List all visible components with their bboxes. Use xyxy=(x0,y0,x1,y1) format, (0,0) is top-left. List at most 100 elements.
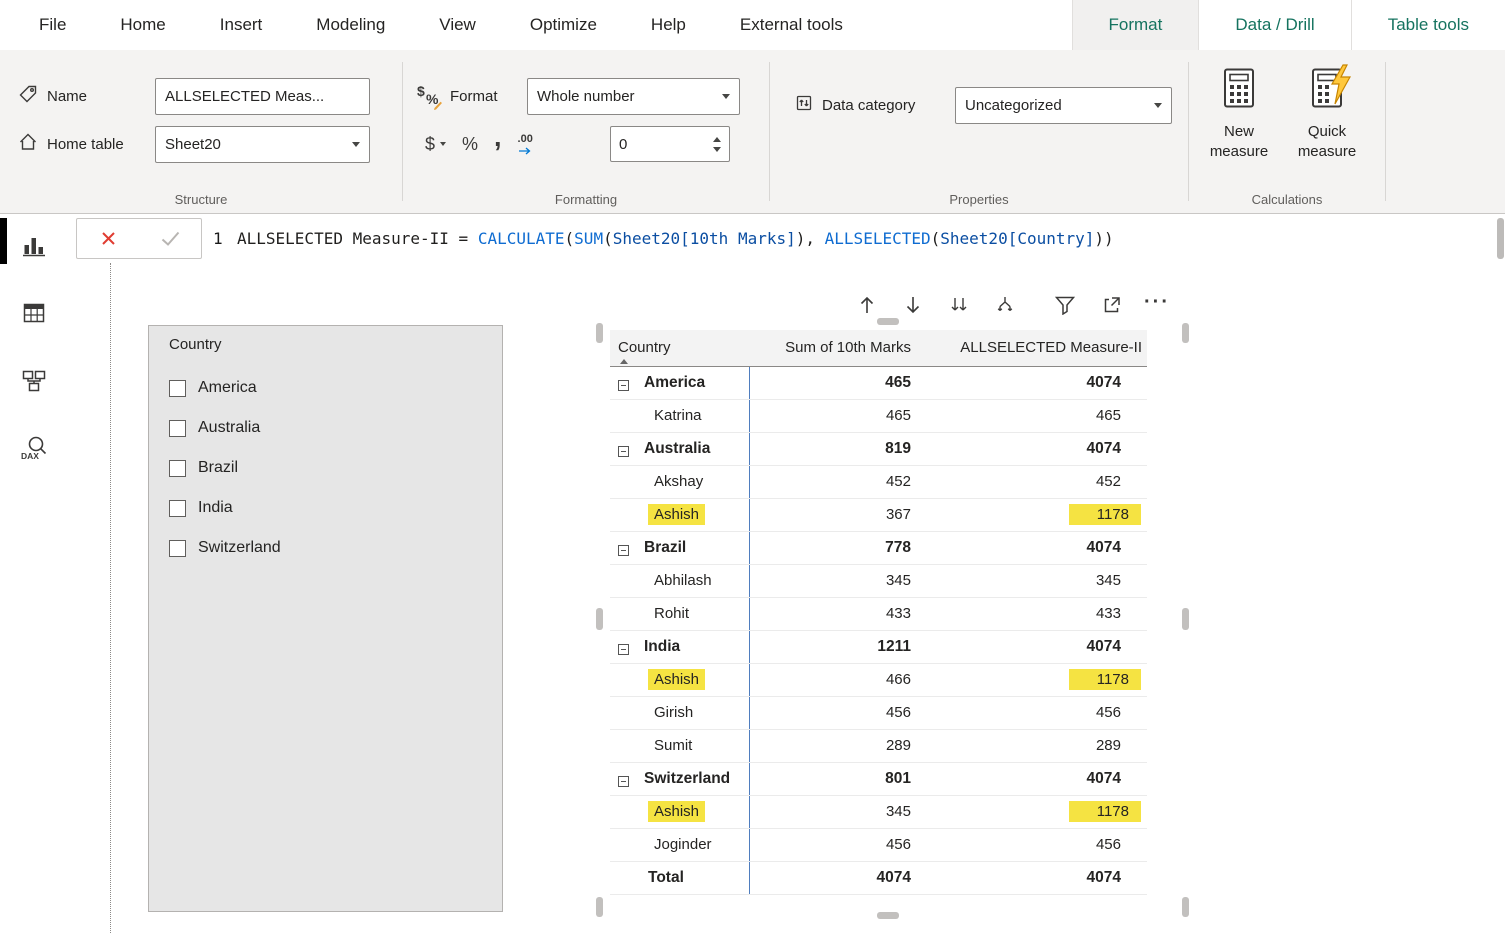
decimal-places-button[interactable]: .00 xyxy=(510,127,541,161)
checkbox[interactable] xyxy=(169,500,186,517)
table-row[interactable]: Akshay 452 452 xyxy=(610,465,1147,498)
data-view-button[interactable] xyxy=(0,293,67,333)
filters-button[interactable] xyxy=(1048,288,1082,322)
matrix-visual[interactable]: Country Sum of 10th Marks ALLSELECTED Me… xyxy=(610,330,1147,895)
currency-format-button[interactable]: $ xyxy=(417,127,454,161)
row-label: Abhilash xyxy=(648,570,718,591)
contextual-menu-tab[interactable]: Data / Drill xyxy=(1198,0,1350,50)
go-to-next-level-button[interactable] xyxy=(942,288,976,322)
menu-tab[interactable]: Modeling xyxy=(289,0,412,50)
new-measure-button[interactable]: New measure xyxy=(1197,64,1281,162)
expand-all-icon xyxy=(995,295,1015,315)
more-options-button[interactable]: ··· xyxy=(1140,288,1174,322)
table-row[interactable]: America 465 4074 xyxy=(610,366,1147,399)
slicer-item[interactable]: Switzerland xyxy=(169,528,494,568)
measure-name-input[interactable]: ALLSELECTED Meas... xyxy=(155,78,370,115)
selection-handle[interactable] xyxy=(1182,897,1189,917)
visual-header-toolbar: ··· xyxy=(850,288,1186,322)
selection-handle[interactable] xyxy=(596,897,603,917)
cancel-button[interactable] xyxy=(77,219,139,258)
slicer-item-label: Australia xyxy=(198,419,260,437)
collapse-icon[interactable] xyxy=(618,446,629,457)
focus-mode-button[interactable] xyxy=(1094,288,1128,322)
drill-up-button[interactable] xyxy=(850,288,884,322)
thousands-separator-button[interactable]: , xyxy=(486,127,510,161)
menu-tab[interactable]: Optimize xyxy=(503,0,624,50)
collapse-icon[interactable] xyxy=(618,380,629,391)
contextual-menu-tab[interactable]: Format xyxy=(1072,0,1199,50)
table-row[interactable]: Joginder 456 456 xyxy=(610,828,1147,861)
pane-divider[interactable] xyxy=(110,263,111,933)
spinner-down-icon[interactable] xyxy=(713,147,721,152)
percent-format-button[interactable]: % xyxy=(454,127,486,161)
checkbox[interactable] xyxy=(169,460,186,477)
table-row[interactable]: Sumit 289 289 xyxy=(610,729,1147,762)
measure-value: 456 xyxy=(1090,834,1127,855)
selection-handle[interactable] xyxy=(877,912,899,919)
menu-tab[interactable]: Home xyxy=(93,0,192,50)
expand-all-button[interactable] xyxy=(988,288,1022,322)
table-row[interactable]: India 1211 4074 xyxy=(610,630,1147,663)
quick-measure-button[interactable]: Quick measure xyxy=(1285,64,1369,162)
table-row[interactable]: Rohit 433 433 xyxy=(610,597,1147,630)
collapse-icon[interactable] xyxy=(618,644,629,655)
selection-handle[interactable] xyxy=(596,323,603,343)
column-header-country[interactable]: Country xyxy=(610,330,749,366)
menu-bar: FileHomeInsertModelingViewOptimizeHelpEx… xyxy=(0,0,1505,50)
menu-tab[interactable]: Insert xyxy=(193,0,290,50)
table-row[interactable]: Ashish 345 1178 xyxy=(610,795,1147,828)
model-view-button[interactable] xyxy=(0,361,67,401)
measure-value: 4074 xyxy=(1081,636,1127,658)
home-table-select[interactable]: Sheet20 xyxy=(155,126,370,163)
menu-tab[interactable]: External tools xyxy=(713,0,870,50)
collapse-icon[interactable] xyxy=(618,545,629,556)
sort-ascending-icon xyxy=(620,359,628,364)
format-type-select[interactable]: Whole number xyxy=(527,78,740,115)
collapse-icon[interactable] xyxy=(618,776,629,787)
data-category-select[interactable]: Uncategorized xyxy=(955,87,1172,124)
table-row[interactable]: Ashish 367 1178 xyxy=(610,498,1147,531)
contextual-menu-tab[interactable]: Table tools xyxy=(1351,0,1505,50)
menu-tab[interactable]: File xyxy=(12,0,93,50)
row-label: Akshay xyxy=(648,471,709,492)
dax-query-view-button[interactable]: DAX xyxy=(0,428,67,468)
decimal-places-input[interactable]: 0 xyxy=(610,126,730,162)
spinner-up-icon[interactable] xyxy=(713,137,721,142)
formula-bar: 1 ALLSELECTED Measure-II = CALCULATE(SUM… xyxy=(67,214,1505,263)
table-row[interactable]: Total 4074 4074 xyxy=(610,861,1147,894)
ribbon-group-formatting: $% Format Whole number $ % , .00 0 xyxy=(403,50,769,213)
dax-token: ALLSELECTED xyxy=(825,229,931,248)
selection-handle[interactable] xyxy=(1182,608,1189,630)
slicer-item[interactable]: America xyxy=(169,368,494,408)
formula-scrollbar[interactable] xyxy=(1497,218,1504,259)
checkbox[interactable] xyxy=(169,540,186,557)
menu-tab[interactable]: View xyxy=(412,0,503,50)
checkbox[interactable] xyxy=(169,420,186,437)
table-row[interactable]: Katrina 465 465 xyxy=(610,399,1147,432)
table-row[interactable]: Abhilash 345 345 xyxy=(610,564,1147,597)
table-row[interactable]: Switzerland 801 4074 xyxy=(610,762,1147,795)
dax-token: ) xyxy=(796,229,806,248)
slicer-item[interactable]: Brazil xyxy=(169,448,494,488)
report-view-button[interactable] xyxy=(0,226,67,266)
slicer-visual[interactable]: Country America Australia Brazil xyxy=(148,325,503,912)
column-header-measure[interactable]: ALLSELECTED Measure-II xyxy=(926,330,1147,366)
table-row[interactable]: Ashish 466 1178 xyxy=(610,663,1147,696)
table-row[interactable]: Australia 819 4074 xyxy=(610,432,1147,465)
table-row[interactable]: Brazil 778 4074 xyxy=(610,531,1147,564)
column-header-marks[interactable]: Sum of 10th Marks xyxy=(749,330,926,366)
selection-handle[interactable] xyxy=(596,608,603,630)
arrow-down-icon xyxy=(904,294,922,316)
menu-tab[interactable]: Help xyxy=(624,0,713,50)
arrow-up-icon xyxy=(858,294,876,316)
selection-handle[interactable] xyxy=(877,318,899,325)
row-label: Switzerland xyxy=(638,768,736,790)
commit-button[interactable] xyxy=(139,219,201,258)
selection-handle[interactable] xyxy=(1182,323,1189,343)
dax-formula-input[interactable]: ALLSELECTED Measure-II = CALCULATE(SUM(S… xyxy=(237,214,1114,263)
table-row[interactable]: Girish 456 456 xyxy=(610,696,1147,729)
slicer-item[interactable]: India xyxy=(169,488,494,528)
checkbox[interactable] xyxy=(169,380,186,397)
slicer-item[interactable]: Australia xyxy=(169,408,494,448)
drill-down-button[interactable] xyxy=(896,288,930,322)
